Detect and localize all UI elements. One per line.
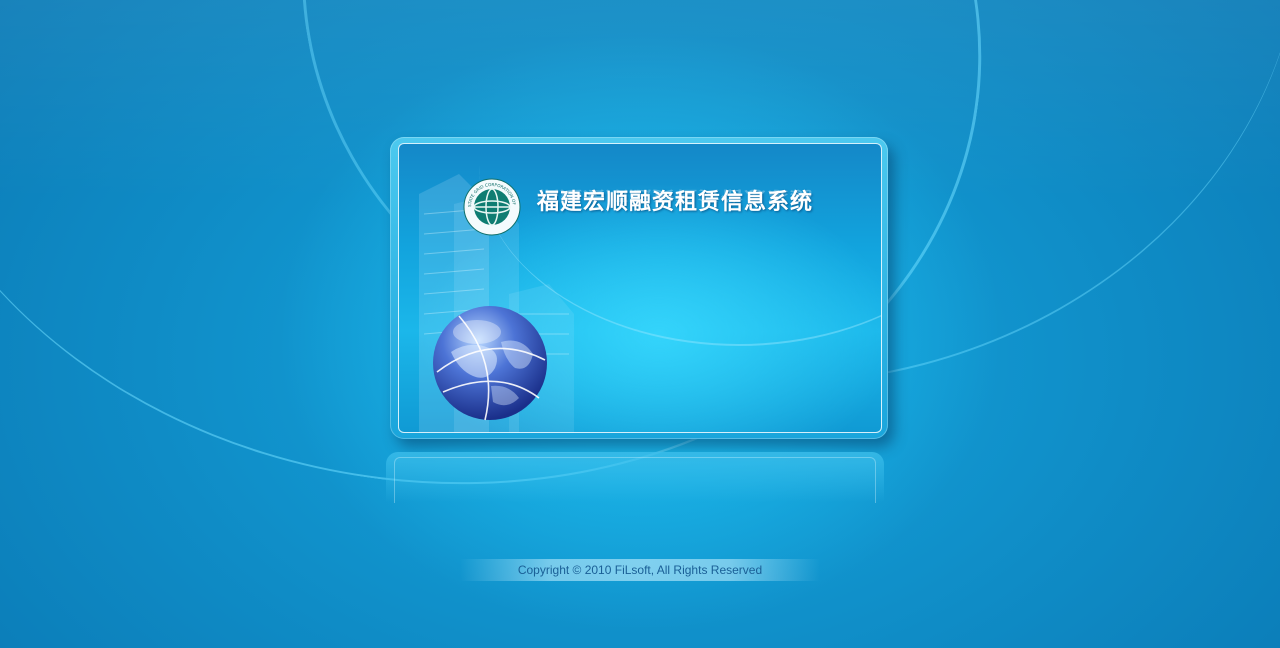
copyright-text: Copyright © 2010 FiLsoft, All Rights Res…: [517, 563, 763, 577]
globe-icon: [433, 306, 547, 421]
company-emblem-icon: STATE GRID CORPORATION OF CHINA: [463, 178, 521, 236]
splash-panel-reflection: [386, 452, 884, 503]
login-background: STATE GRID CORPORATION OF CHINA 福建宏顺融资租赁…: [0, 0, 1280, 648]
splash-panel-reflection-inner: [394, 457, 876, 503]
splash-panel-inner: STATE GRID CORPORATION OF CHINA 福建宏顺融资租赁…: [398, 143, 882, 433]
splash-panel: STATE GRID CORPORATION OF CHINA 福建宏顺融资租赁…: [390, 137, 888, 439]
system-title-reflection: 福建宏顺融资租赁信息系统: [537, 187, 814, 203]
